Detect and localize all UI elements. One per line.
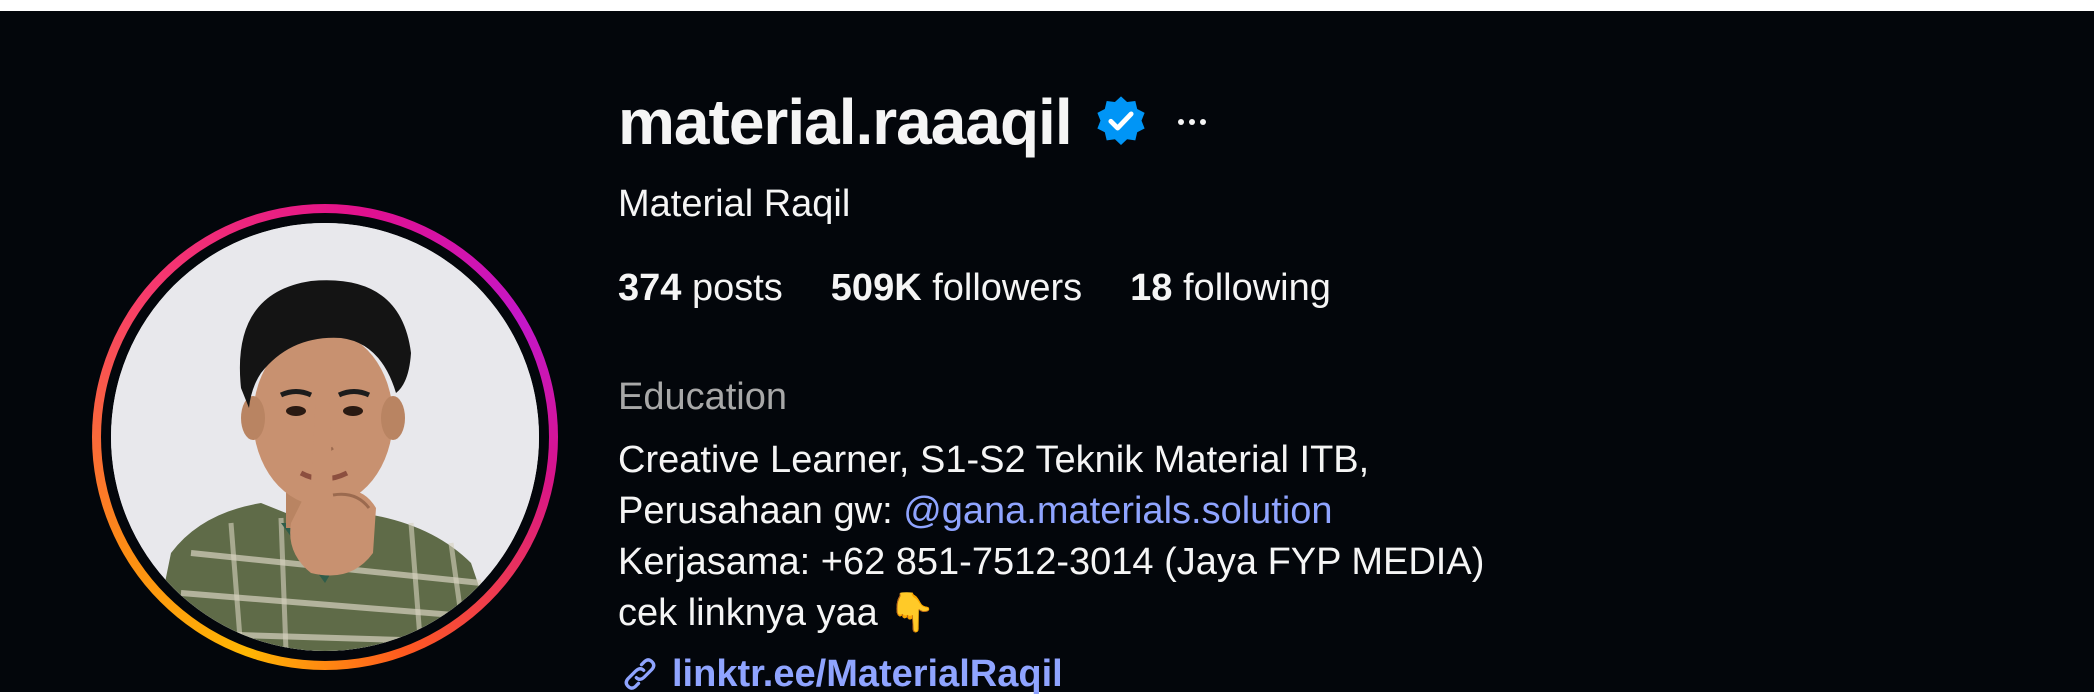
avatar-image (111, 223, 539, 651)
bio-line-4: cek linknya yaa 👇 (618, 592, 936, 634)
external-link-text: linktr.ee/MaterialRaqil (672, 653, 1063, 695)
profile-header: material.raaaqil Material Raqil 374 post… (0, 11, 2094, 695)
profile-category: Education (618, 376, 788, 418)
profile-stats: 374 posts 509K followers 18 following (618, 265, 1379, 311)
bio-line-3: Kerjasama: +62 851-7512-3014 (Jaya FYP M… (618, 541, 1485, 583)
avatar[interactable] (111, 223, 539, 651)
full-name: Material Raqil (618, 183, 851, 225)
username: material.raaaqil (618, 86, 1073, 158)
following-stat[interactable]: 18 following (1130, 265, 1331, 311)
mention-link[interactable]: @gana.materials.solution (903, 490, 1332, 532)
external-link[interactable]: linktr.ee/MaterialRaqil (618, 651, 1063, 697)
posts-label: posts (691, 267, 783, 309)
story-ring[interactable] (92, 204, 558, 670)
followers-label: followers (932, 267, 1083, 309)
posts-count: 374 (618, 267, 682, 309)
bio: Creative Learner, S1-S2 Teknik Material … (618, 435, 1484, 639)
more-options-button[interactable] (1174, 104, 1210, 140)
followers-stat[interactable]: 509K followers (831, 265, 1082, 311)
avatar-gap (101, 213, 549, 661)
following-count: 18 (1130, 267, 1173, 309)
following-label: following (1183, 267, 1331, 309)
followers-count: 509K (830, 267, 922, 309)
link-icon (624, 658, 656, 690)
verified-badge-icon (1096, 96, 1145, 145)
posts-stat[interactable]: 374 posts (618, 265, 783, 311)
ellipsis-icon (1177, 119, 1206, 125)
bio-line-1: Creative Learner, S1-S2 Teknik Material … (618, 439, 1370, 481)
bio-line-2: Perusahaan gw: @gana.materials.solution (618, 486, 1484, 537)
bio-line-2-prefix: Perusahaan gw: (618, 490, 904, 532)
username-row: material.raaaqil (618, 77, 1210, 167)
